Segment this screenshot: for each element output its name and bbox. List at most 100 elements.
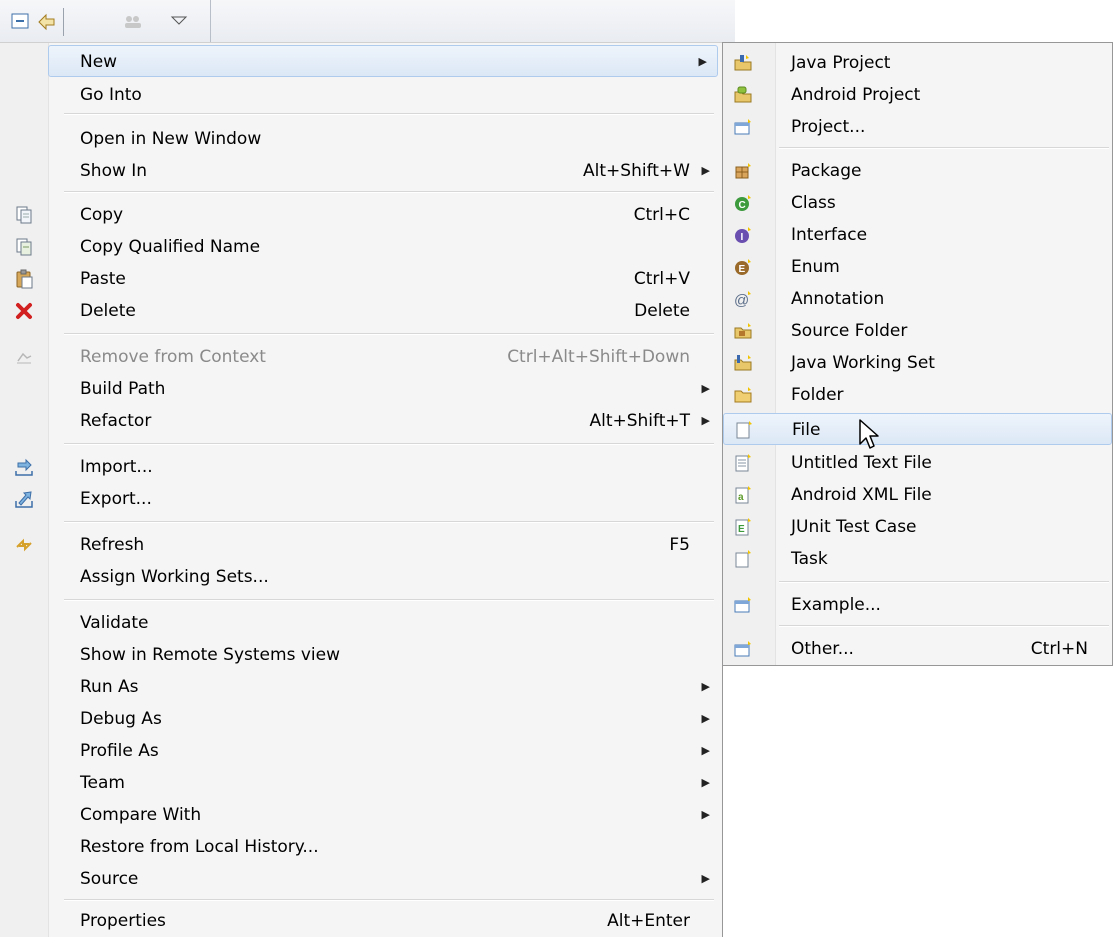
submenu-item-untitled-text-file[interactable]: Untitled Text File: [723, 447, 1112, 479]
submenu-item-folder[interactable]: Folder: [723, 379, 1112, 411]
submenu-item-label: Enum: [791, 257, 840, 277]
refresh-icon: [16, 538, 32, 552]
svg-text:E: E: [738, 524, 745, 535]
menu-item-label: Copy: [80, 205, 124, 225]
menu-item-new[interactable]: New ▶: [48, 45, 718, 77]
submenu-item-task[interactable]: Task: [723, 543, 1112, 575]
menu-item-profile-as[interactable]: Profile As ▶: [0, 735, 722, 767]
submenu-item-label: Annotation: [791, 289, 885, 309]
menu-item-label: Copy Qualified Name: [80, 237, 261, 257]
menu-item-debug-as[interactable]: Debug As ▶: [0, 703, 722, 735]
submenu-arrow-icon: ▶: [701, 744, 710, 757]
other-icon: [734, 641, 751, 657]
submenu-separator: [779, 147, 1109, 149]
source-folder-icon: [734, 323, 752, 339]
menu-item-label: Remove from Context: [80, 347, 266, 367]
menu-item-label: Export...: [80, 489, 152, 509]
menu-item-open-in-new-window[interactable]: Open in New Window: [0, 123, 722, 155]
submenu-item-label: Android XML File: [791, 485, 932, 505]
menu-item-go-into[interactable]: Go Into: [0, 79, 722, 111]
submenu-item-label: Java Working Set: [791, 353, 935, 373]
submenu-item-label: Project...: [791, 117, 866, 137]
menu-item-build-path[interactable]: Build Path ▶: [0, 373, 722, 405]
submenu-item-enum[interactable]: E Enum: [723, 251, 1112, 283]
submenu-item-android-xml-file[interactable]: a Android XML File: [723, 479, 1112, 511]
menu-item-label: Run As: [80, 677, 139, 697]
menu-separator: [64, 333, 714, 335]
submenu-item-annotation[interactable]: @ Annotation: [723, 283, 1112, 315]
menu-item-label: New: [80, 52, 118, 72]
menu-item-label: Show in Remote Systems view: [80, 645, 340, 665]
menu-item-label: Validate: [80, 613, 149, 633]
submenu-arrow-icon: ▶: [701, 680, 710, 693]
svg-text:C: C: [739, 200, 746, 211]
menu-item-label: Assign Working Sets...: [80, 567, 269, 587]
submenu-item-label: Example...: [791, 595, 881, 615]
submenu-item-other[interactable]: Other... Ctrl+N: [723, 633, 1112, 665]
submenu-item-class[interactable]: C Class: [723, 187, 1112, 219]
menu-item-delete[interactable]: Delete Delete: [0, 295, 722, 327]
view-menu-icon[interactable]: [168, 10, 190, 32]
menu-item-show-in[interactable]: Show In Alt+Shift+W ▶: [0, 155, 722, 187]
submenu-arrow-icon: ▶: [698, 55, 707, 68]
submenu-item-source-folder[interactable]: Source Folder: [723, 315, 1112, 347]
menu-separator: [64, 443, 714, 445]
menu-item-refresh[interactable]: Refresh F5: [0, 529, 722, 561]
submenu-item-project[interactable]: Project...: [723, 111, 1112, 143]
submenu-arrow-icon: ▶: [701, 872, 710, 885]
menu-item-paste[interactable]: Paste Ctrl+V: [0, 263, 722, 295]
interface-icon: I: [735, 227, 751, 243]
submenu-item-java-working-set[interactable]: Java Working Set: [723, 347, 1112, 379]
android-project-icon: [734, 86, 752, 103]
menu-separator: [64, 899, 714, 901]
svg-text:E: E: [739, 264, 746, 275]
menu-item-assign-working-sets[interactable]: Assign Working Sets...: [0, 561, 722, 593]
new-submenu: Java Project Android Project Project... …: [722, 42, 1113, 666]
submenu-item-interface[interactable]: I Interface: [723, 219, 1112, 251]
link-with-editor-icon[interactable]: [36, 10, 58, 32]
collapse-all-icon[interactable]: [10, 10, 32, 32]
menu-item-restore-from-local-history[interactable]: Restore from Local History...: [0, 831, 722, 863]
menu-item-export[interactable]: Export...: [0, 483, 722, 515]
menu-item-import[interactable]: Import...: [0, 451, 722, 483]
menu-item-properties[interactable]: Properties Alt+Enter: [0, 905, 722, 937]
menu-item-source[interactable]: Source ▶: [0, 863, 722, 895]
view-toolbar: [0, 0, 735, 42]
menu-item-show-in-remote-systems-view[interactable]: Show in Remote Systems view: [0, 639, 722, 671]
menu-separator: [64, 521, 714, 523]
menu-item-remove-from-context[interactable]: Remove from Context Ctrl+Alt+Shift+Down: [0, 341, 722, 373]
menu-item-label: Delete: [80, 301, 136, 321]
menu-item-validate[interactable]: Validate: [0, 607, 722, 639]
submenu-item-file[interactable]: File: [723, 413, 1112, 445]
submenu-item-label: JUnit Test Case: [791, 517, 917, 537]
menu-item-label: Show In: [80, 161, 148, 181]
submenu-item-package[interactable]: Package: [723, 155, 1112, 187]
menu-item-label: Open in New Window: [80, 129, 262, 149]
submenu-item-android-project[interactable]: Android Project: [723, 79, 1112, 111]
menu-item-team[interactable]: Team ▶: [0, 767, 722, 799]
menu-item-copy-qualified-name[interactable]: Copy Qualified Name: [0, 231, 722, 263]
working-set-icon[interactable]: [122, 10, 144, 32]
menu-item-shortcut: Ctrl+C: [633, 205, 690, 225]
submenu-item-example[interactable]: Example...: [723, 589, 1112, 621]
copy-icon: [16, 206, 32, 224]
menu-item-compare-with[interactable]: Compare With ▶: [0, 799, 722, 831]
menu-item-shortcut: Alt+Shift+W: [583, 161, 690, 181]
toolbar-separator: [63, 8, 64, 36]
menu-item-run-as[interactable]: Run As ▶: [0, 671, 722, 703]
submenu-arrow-icon: ▶: [701, 808, 710, 821]
menu-item-label: Go Into: [80, 85, 142, 105]
menu-item-refactor[interactable]: Refactor Alt+Shift+T ▶: [0, 405, 722, 437]
menu-item-copy[interactable]: Copy Ctrl+C: [0, 199, 722, 231]
submenu-separator: [779, 625, 1109, 627]
submenu-separator: [779, 581, 1109, 583]
submenu-item-junit-test-case[interactable]: E JUnit Test Case: [723, 511, 1112, 543]
menu-item-label: Refresh: [80, 535, 145, 555]
toolbar-divider: [210, 0, 211, 42]
submenu-item-java-project[interactable]: Java Project: [723, 47, 1112, 79]
menu-item-label: Debug As: [80, 709, 162, 729]
submenu-item-label: Interface: [791, 225, 868, 245]
submenu-item-label: Class: [791, 193, 836, 213]
svg-text:a: a: [738, 492, 744, 503]
menu-item-label: Build Path: [80, 379, 166, 399]
